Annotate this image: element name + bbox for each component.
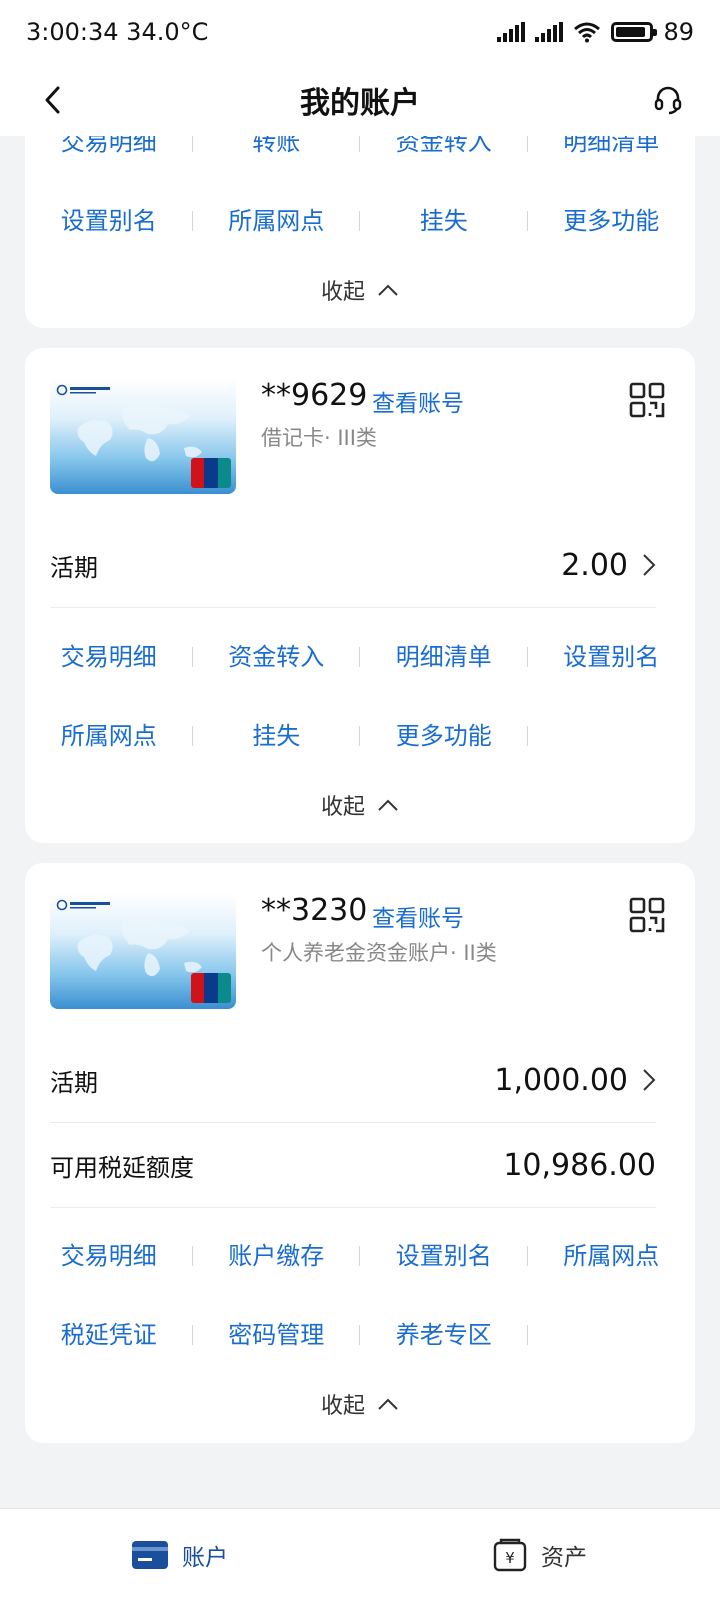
tab-account[interactable]: 账户	[0, 1509, 360, 1600]
action-row: 所属网点 挂失 更多功能	[25, 716, 695, 756]
action-transaction-detail[interactable]: 交易明细	[25, 637, 193, 677]
action-set-alias[interactable]: 设置别名	[25, 201, 193, 241]
action-tax-certificate[interactable]: 税延凭证	[25, 1315, 193, 1355]
view-account-link[interactable]: 查看账号	[372, 384, 464, 418]
action-statement[interactable]: 明细清单	[528, 136, 696, 162]
action-row: 交易明细 资金转入 明细清单 设置别名	[25, 637, 695, 677]
account-card: **3230 查看账号 个人养老金资金账户· II类 活期 1,000.00 可…	[25, 863, 695, 1443]
card-icon	[132, 1540, 168, 1569]
divider	[50, 1122, 656, 1123]
action-password-manage[interactable]: 密码管理	[193, 1315, 360, 1355]
action-transaction-detail[interactable]: 交易明细	[25, 136, 193, 162]
collapse-button[interactable]: 收起	[25, 274, 695, 306]
action-row: 交易明细 账户缴存 设置别名 所属网点	[25, 1236, 695, 1276]
action-branch[interactable]: 所属网点	[528, 1236, 696, 1276]
action-report-loss[interactable]: 挂失	[360, 201, 528, 241]
status-bar: 3:00:34 34.0°C 89	[0, 0, 720, 64]
action-fund-in[interactable]: 资金转入	[360, 136, 528, 162]
balance-value: 1,000.00	[494, 1062, 628, 1098]
signal-icon	[497, 22, 526, 42]
action-fund-in[interactable]: 资金转入	[193, 637, 360, 677]
account-type: 个人养老金资金账户· II类	[261, 941, 497, 965]
qr-code-icon[interactable]	[629, 382, 665, 418]
tab-assets[interactable]: ¥ 资产	[360, 1509, 720, 1600]
action-statement[interactable]: 明细清单	[360, 637, 528, 677]
action-more[interactable]: 更多功能	[528, 201, 696, 241]
divider	[50, 607, 656, 608]
balance-label: 活期	[50, 1068, 98, 1097]
account-number: **3230	[261, 893, 368, 928]
action-empty	[528, 1315, 696, 1355]
battery-icon	[611, 22, 658, 42]
collapse-button[interactable]: 收起	[25, 789, 695, 821]
balance-row[interactable]: 活期 2.00	[50, 545, 656, 585]
balance-value: 2.00	[561, 547, 628, 583]
chevron-up-icon	[378, 799, 398, 811]
action-branch[interactable]: 所属网点	[25, 716, 193, 756]
collapse-label: 收起	[320, 280, 365, 305]
battery-level: 89	[663, 18, 694, 46]
balance-label: 活期	[50, 553, 98, 582]
action-empty	[528, 716, 696, 756]
account-card: 交易明细 转账 资金转入 明细清单 设置别名 所属网点 挂失 更多功能 收起	[25, 136, 695, 328]
action-transaction-detail[interactable]: 交易明细	[25, 1236, 193, 1276]
status-left: 3:00:34 34.0°C	[26, 18, 208, 46]
chevron-right-icon	[643, 1069, 656, 1091]
bank-card-image	[50, 378, 236, 494]
customer-service-button[interactable]	[646, 78, 690, 122]
action-row: 设置别名 所属网点 挂失 更多功能	[25, 201, 695, 241]
action-branch[interactable]: 所属网点	[193, 201, 360, 241]
bottom-tab-bar: 账户 ¥ 资产	[0, 1508, 720, 1600]
action-set-alias[interactable]: 设置别名	[360, 1236, 528, 1276]
tab-account-label: 账户	[182, 1544, 228, 1571]
chevron-left-icon	[45, 86, 60, 114]
back-button[interactable]	[30, 78, 74, 122]
action-more[interactable]: 更多功能	[360, 716, 528, 756]
chevron-up-icon	[378, 284, 398, 296]
collapse-label: 收起	[320, 1394, 365, 1419]
balance-row[interactable]: 活期 1,000.00	[50, 1060, 656, 1100]
wifi-icon	[574, 22, 601, 43]
bank-logo	[56, 899, 116, 911]
action-set-alias[interactable]: 设置别名	[528, 637, 696, 677]
status-temperature: 34.0°C	[126, 18, 209, 46]
tab-assets-label: 资产	[541, 1544, 587, 1571]
nav-bar: 我的账户	[0, 64, 720, 136]
qr-code-icon[interactable]	[629, 897, 665, 933]
chevron-up-icon	[378, 1398, 398, 1410]
tax-deferred-value: 10,986.00	[503, 1147, 656, 1183]
yuan-icon: ¥	[493, 1538, 527, 1571]
account-type: 借记卡· III类	[261, 426, 377, 450]
action-deposit[interactable]: 账户缴存	[193, 1236, 360, 1276]
page-title: 我的账户	[300, 86, 420, 121]
collapse-button[interactable]: 收起	[25, 1388, 695, 1420]
action-report-loss[interactable]: 挂失	[193, 716, 360, 756]
tax-deferred-row: 可用税延额度 10,986.00	[50, 1145, 656, 1185]
bank-card-image	[50, 893, 236, 1009]
action-pension-zone[interactable]: 养老专区	[360, 1315, 528, 1355]
unionpay-logo	[191, 973, 231, 1003]
svg-text:¥: ¥	[505, 1549, 515, 1567]
signal-icon	[535, 22, 564, 42]
bank-logo	[56, 384, 116, 396]
collapse-label: 收起	[320, 795, 365, 820]
chevron-right-icon	[643, 554, 656, 576]
tax-deferred-label: 可用税延额度	[50, 1153, 194, 1182]
action-transfer[interactable]: 转账	[193, 136, 360, 162]
action-row: 税延凭证 密码管理 养老专区	[25, 1315, 695, 1355]
unionpay-logo	[191, 458, 231, 488]
account-number: **9629	[261, 378, 368, 413]
accounts-list[interactable]: 交易明细 转账 资金转入 明细清单 设置别名 所属网点 挂失 更多功能 收起 *…	[0, 136, 720, 1508]
view-account-link[interactable]: 查看账号	[372, 899, 464, 933]
headset-icon	[654, 86, 682, 115]
status-right: 89	[497, 18, 694, 46]
account-card: **9629 查看账号 借记卡· III类 活期 2.00 交易明细 资金转入 …	[25, 348, 695, 843]
status-time: 3:00:34	[26, 18, 119, 46]
action-row: 交易明细 转账 资金转入 明细清单	[25, 136, 695, 162]
divider	[50, 1207, 656, 1208]
